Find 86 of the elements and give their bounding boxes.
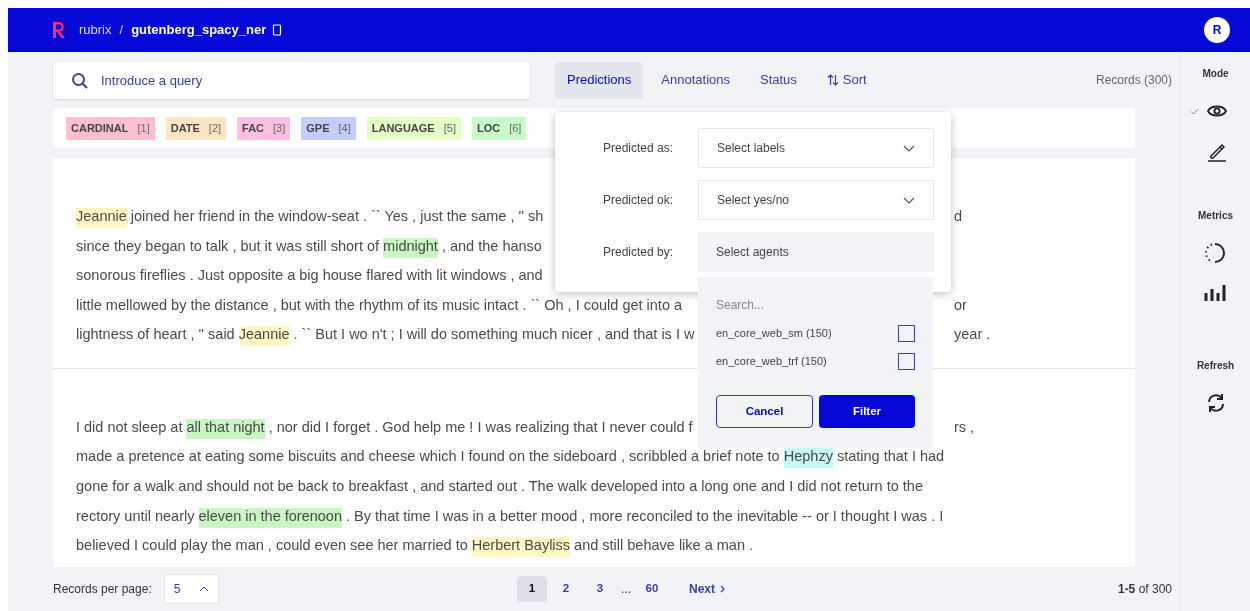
chevron-down-icon [903,144,915,152]
entity-highlight[interactable]: midnight [383,237,438,258]
agents-select[interactable]: Select agents [698,232,934,272]
label-name: GPE [306,120,330,136]
checkbox[interactable] [898,352,915,370]
entity-highlight[interactable]: Jeannie [238,326,290,347]
breadcrumb-link[interactable]: rubrix [79,20,112,40]
page-button[interactable]: 2 [551,576,581,602]
chevron-up-icon [198,586,209,592]
next-page-button[interactable]: Next [689,580,726,598]
query-field[interactable]: Introduce a query [53,61,530,99]
dataset-name: gutenberg_spacy_ner [131,21,267,40]
record-text-fragment: rs , [954,417,975,437]
sort-icon [826,74,839,86]
pagination-ellipsis: ... [620,581,632,598]
label-shortcut: [2] [208,120,222,136]
record-text-fragment: or [954,295,967,315]
entity-label[interactable]: CARDINAL [1] [66,116,155,140]
section-title: Refresh [1196,359,1235,373]
record-text-line: I did not sleep at all that night , nor did I forget . God help me ! I was realizing that I never could f [76,416,693,439]
select-field[interactable]: Select labels [698,128,934,168]
entity-highlight[interactable]: all that night [186,418,265,439]
label-name: FAC [242,120,265,136]
record-text-line: little mellowed by the distance , but with the rhythm of its music intact . `` Oh , I could get into a [76,295,683,315]
agent-option[interactable]: en_core_web_sm (150) [716,324,832,342]
entity-label[interactable]: LOC [6] [471,116,527,140]
label-name: DATE [170,120,200,136]
page-button[interactable]: 1 [517,576,547,602]
label-name: LANGUAGE [371,120,435,136]
cancel-button[interactable]: Cancel [716,395,813,428]
refresh-icon[interactable] [1205,393,1226,413]
user-avatar[interactable]: R [1204,17,1230,43]
select-field[interactable]: Select yes/no [698,180,934,220]
record-text-line: gone for a walk and should not be back to breakfast , and started out . The walk developed into a long one and I did not return to the [76,477,923,497]
field-label: Predicted by: [602,244,675,261]
filter-tab[interactable]: Status [748,61,809,99]
chevron-down-icon [903,196,915,204]
progress-circle-icon[interactable] [1204,242,1227,264]
logo-icon[interactable] [52,21,66,39]
records-range: 1-5 of 300 [1117,581,1172,598]
label-shortcut: [4] [338,120,351,136]
filter-tab[interactable]: Predictions [555,61,644,99]
record-text-line: believed I could play the man , could even see her married to Herbert Bayliss and still behave like a man . [76,535,754,557]
field-label: Predicted ok: [602,192,675,209]
search-icon [71,71,89,90]
label-name: CARDINAL [71,120,129,136]
label-shortcut: [6] [509,120,522,136]
section-title: Metrics [1198,209,1233,223]
label-shortcut: [1] [137,120,150,136]
record-text-line: Jeannie joined her friend in the window-seat . `` Yes , just the same , '' sh [76,205,544,228]
filter-tab[interactable]: Annotations [649,61,742,99]
checkmark-icon [1189,107,1199,115]
checkbox[interactable] [898,324,915,342]
agent-option[interactable]: en_core_web_trf (150) [716,352,827,370]
records-count: Records (300) [1095,72,1172,89]
section-title: Mode [1202,67,1229,81]
per-page-select[interactable]: 5 [163,574,219,604]
per-page-label: Records per page: [53,581,152,598]
entity-highlight[interactable]: Herbert Bayliss [471,537,571,558]
entity-label[interactable]: FAC [3] [237,116,291,140]
filter-button[interactable]: Filter [819,395,915,428]
agent-search-field[interactable]: Search... [716,291,915,319]
record-text-line: since they began to talk , but it was still short of midnight , and the hanso [76,235,542,258]
label-shortcut: [3] [273,120,286,136]
entity-highlight[interactable]: eleven in the forenoon [198,507,342,528]
record-text-fragment: year . [954,325,991,345]
page-button[interactable]: 60 [637,576,667,602]
entity-highlight[interactable]: Hephzy [783,448,833,469]
entity-label[interactable]: LANGUAGE [5] [366,116,461,140]
entity-highlight[interactable]: Jeannie [76,207,127,228]
chevron-right-icon [720,585,726,593]
entity-label[interactable]: DATE [2] [165,116,227,140]
eye-icon[interactable] [1206,104,1227,118]
page-button[interactable]: 3 [585,576,615,602]
field-label: Predicted as: [602,140,675,157]
bar-chart-icon[interactable] [1204,284,1227,302]
record-text-fragment: d [954,206,963,226]
record-text-line: lightness of heart , '' said Jeannie . `` But I wo n't ; I will do something much nicer , and that is I w [76,324,695,347]
record-text-line: sonorous fireflies . Just opposite a big house flared with lit windows , and [76,266,543,286]
breadcrumb-separator: / [119,21,124,40]
copy-icon[interactable] [272,24,283,36]
label-name: LOC [476,120,501,136]
record-text-line: rectory until nearly eleven in the forenoon . By that time I was in a better mood , more reconciled to the inevitable -- or I thought I was . I [76,505,944,528]
label-shortcut: [5] [443,120,456,136]
filter-tab[interactable]: Sort [814,61,879,99]
entity-label[interactable]: GPE [4] [301,116,356,140]
